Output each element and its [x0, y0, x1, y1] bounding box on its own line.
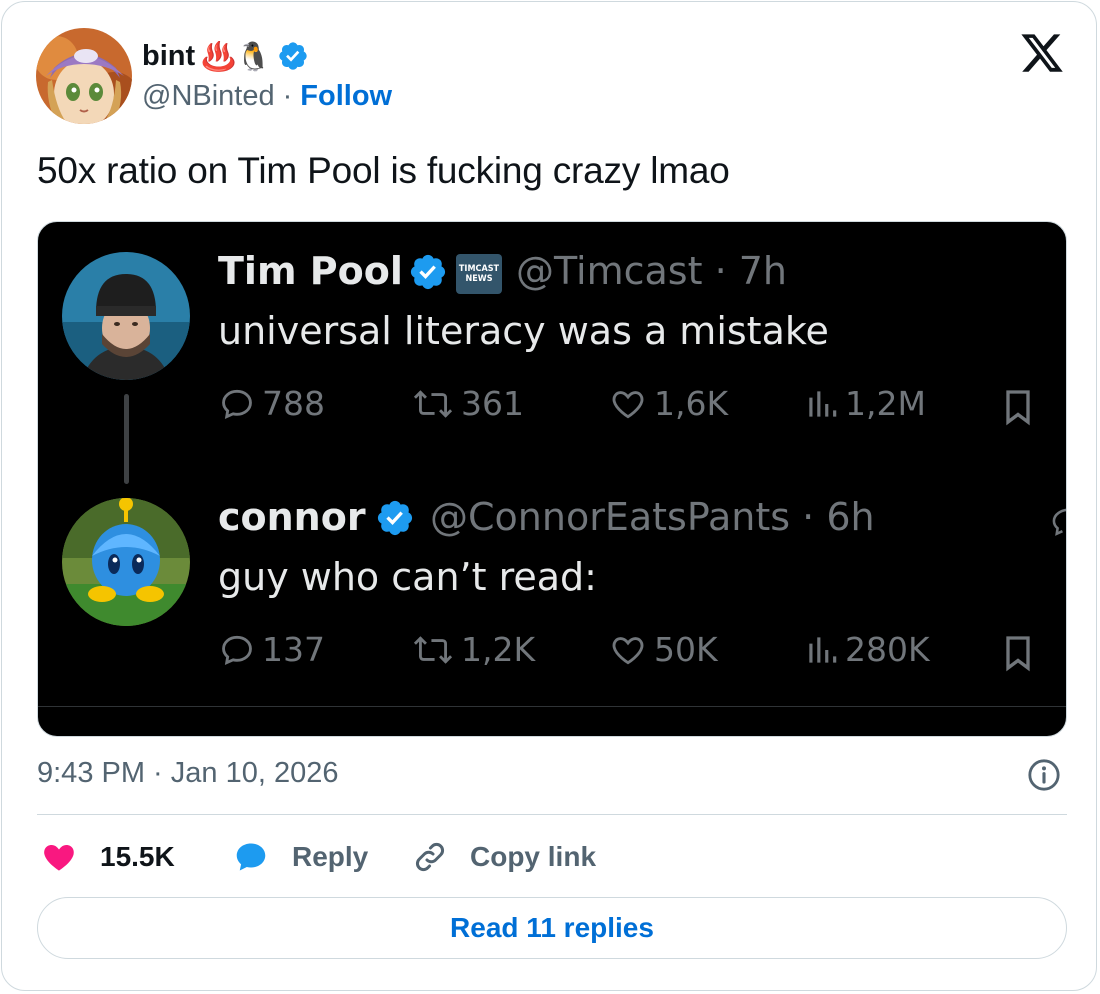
reply-bubble-icon — [222, 635, 252, 665]
post2-reposts-count: 1,2K — [461, 630, 536, 669]
post1-likes-stat: 1,6K — [608, 384, 728, 423]
badge-line-1: TIMCAST — [458, 264, 500, 274]
repost-icon — [413, 389, 453, 418]
screenshot-bottom-divider — [38, 706, 1066, 707]
post2-name: connor — [218, 495, 366, 539]
tweet-timestamp[interactable]: 9:43 PM · Jan 10, 2026 — [37, 757, 338, 790]
info-icon[interactable] — [1027, 758, 1061, 792]
connor-avatar — [62, 498, 190, 626]
post2-partial-icon — [1046, 504, 1066, 543]
tweet-media-image[interactable]: Tim Pool TIMCAST NEWS @Timcast · 7h univ… — [37, 221, 1067, 737]
post2-bookmark-icon — [1000, 633, 1036, 678]
handle-separator: · — [282, 80, 293, 112]
post1-replies-stat: 788 — [218, 384, 325, 423]
views-chart-icon — [809, 390, 837, 417]
post1-views-stat: 1,2M — [805, 384, 926, 423]
post2-likes-count: 50K — [654, 630, 718, 669]
badge-line-2: NEWS — [465, 274, 493, 284]
reply-action[interactable]: Reply — [232, 836, 368, 878]
post1-verified-icon — [408, 252, 448, 297]
post1-name: Tim Pool — [218, 249, 403, 293]
post2-views-count: 280K — [845, 630, 930, 669]
embedded-tweet-card: bint ♨️🐧 @NBinted · Follow 50x ratio on … — [1, 1, 1097, 991]
views-chart-icon — [809, 636, 837, 663]
author-name-emoji: ♨️🐧 — [201, 40, 271, 72]
link-icon — [416, 843, 444, 871]
author-name-row[interactable]: bint ♨️🐧 — [142, 34, 309, 78]
repost-icon — [413, 635, 453, 664]
post2-reposts-stat: 1,2K — [411, 630, 535, 669]
post1-bookmark-icon — [1000, 387, 1036, 432]
reply-label: Reply — [292, 841, 369, 872]
copy-link-action[interactable]: Copy link — [412, 836, 596, 878]
tweet-text: 50x ratio on Tim Pool is fucking crazy l… — [37, 150, 730, 191]
post1-replies-count: 788 — [262, 384, 325, 423]
author-handle[interactable]: @NBinted — [142, 80, 275, 113]
post2-likes-stat: 50K — [608, 630, 718, 669]
post1-views-count: 1,2M — [845, 384, 926, 423]
author-avatar[interactable] — [36, 28, 132, 124]
reply-filled-icon — [236, 843, 266, 871]
timcast-news-badge: TIMCAST NEWS — [456, 254, 502, 294]
heart-outline-icon — [612, 636, 644, 664]
post2-text: guy who can’t read: — [218, 555, 597, 599]
like-count: 15.5K — [100, 841, 175, 872]
post2-verified-icon — [375, 498, 415, 543]
post2-replies-count: 137 — [262, 630, 325, 669]
post1-handle-time: @Timcast · 7h — [516, 249, 787, 293]
post1-reposts-count: 361 — [461, 384, 524, 423]
action-divider — [37, 814, 1067, 815]
author-display-name[interactable]: bint — [142, 40, 195, 73]
post2-replies-stat: 137 — [218, 630, 325, 669]
copy-link-label: Copy link — [470, 841, 597, 872]
x-logo-icon[interactable] — [1018, 30, 1066, 76]
read-replies-button[interactable]: Read 11 replies — [37, 897, 1067, 959]
thread-connector-line — [124, 394, 129, 484]
heart-outline-icon — [612, 390, 644, 418]
post1-text: universal literacy was a mistake — [218, 309, 829, 353]
post2-handle-time: @ConnorEatsPants · 6h — [430, 495, 875, 539]
like-action[interactable]: 15.5K — [40, 836, 175, 878]
follow-link[interactable]: Follow — [300, 80, 392, 113]
author-handle-row: @NBinted · Follow — [142, 80, 392, 113]
post1-reposts-stat: 361 — [411, 384, 524, 423]
tim-pool-avatar — [62, 252, 190, 380]
post1-likes-count: 1,6K — [654, 384, 729, 423]
post2-views-stat: 280K — [805, 630, 930, 669]
reply-bubble-icon — [222, 389, 252, 419]
heart-filled-icon — [44, 845, 74, 871]
verified-badge-icon — [277, 40, 309, 72]
